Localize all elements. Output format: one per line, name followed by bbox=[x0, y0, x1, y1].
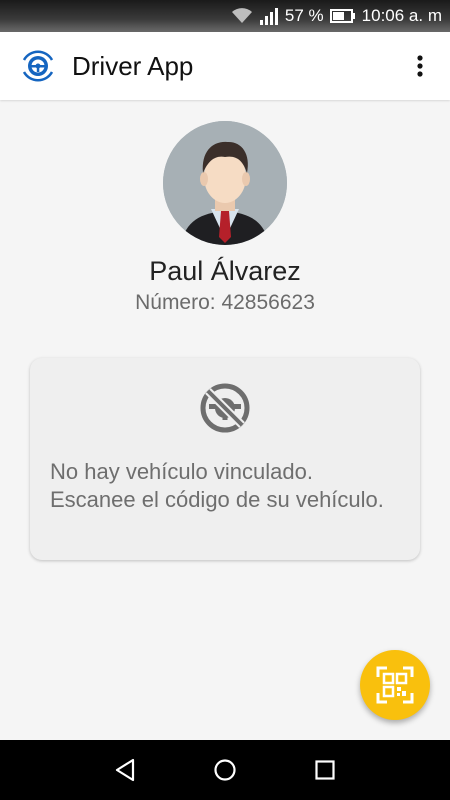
home-icon[interactable] bbox=[211, 756, 239, 784]
driver-name: Paul Álvarez bbox=[149, 256, 301, 286]
app-title: Driver App bbox=[72, 50, 194, 81]
more-vert-icon[interactable] bbox=[408, 54, 432, 78]
scan-qr-button[interactable] bbox=[360, 650, 430, 720]
no-vehicle-message: No hay vehículo vinculado. Escanee el có… bbox=[50, 459, 384, 512]
avatar bbox=[163, 121, 287, 245]
battery-percent: 57 % bbox=[284, 6, 324, 25]
status-time: 10:06 a. m bbox=[361, 6, 442, 25]
status-bar: 57 % 10:06 a. m bbox=[0, 0, 450, 32]
system-nav-bar bbox=[0, 740, 450, 800]
back-icon[interactable] bbox=[111, 756, 139, 784]
wifi-icon bbox=[231, 8, 253, 24]
qr-code-scan-icon bbox=[376, 666, 414, 704]
battery-icon bbox=[329, 9, 356, 23]
driver-number: Número: 42856623 bbox=[135, 291, 315, 314]
no-vehicle-icon bbox=[199, 382, 251, 434]
vehicle-card: No hay vehículo vinculado. Escanee el có… bbox=[30, 358, 420, 560]
signal-icon bbox=[259, 7, 279, 25]
app-bar: Driver App bbox=[0, 32, 450, 100]
recents-icon[interactable] bbox=[311, 756, 339, 784]
steering-wheel-icon bbox=[18, 46, 58, 86]
